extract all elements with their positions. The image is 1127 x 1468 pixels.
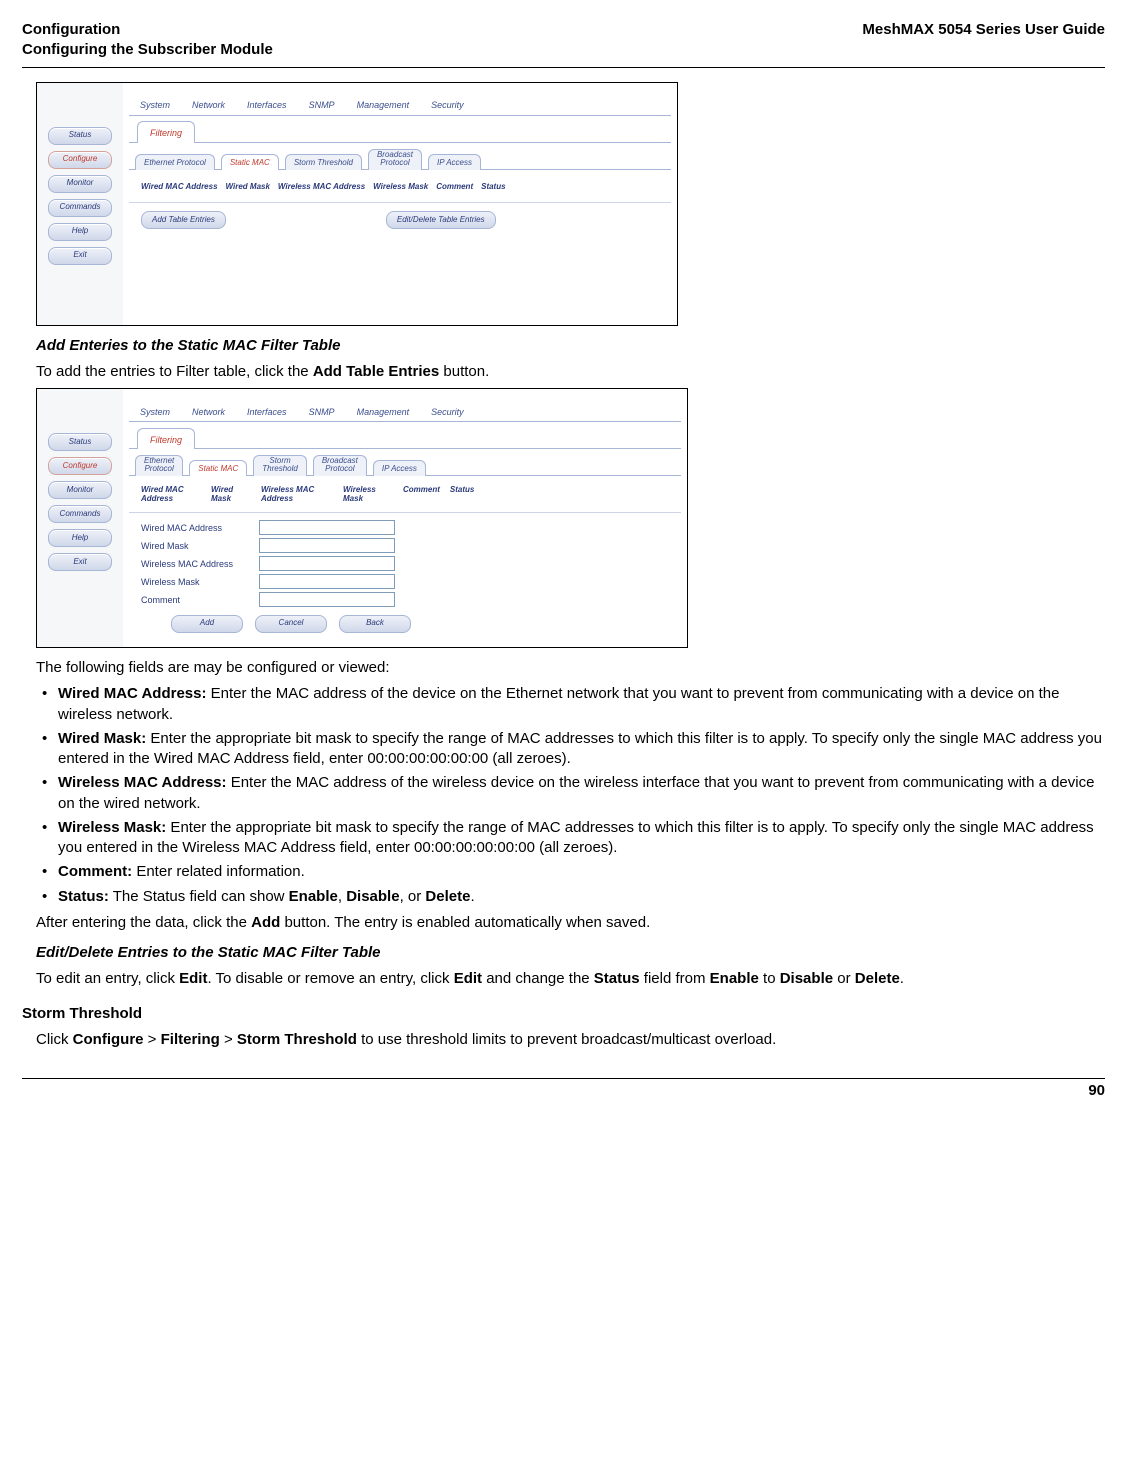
- bullet-wired-mac: Wired MAC Address: Enter the MAC address…: [36, 684, 1105, 725]
- para-fields-intro: The following fields are may be configur…: [36, 658, 1105, 678]
- tab-filtering[interactable]: Filtering: [137, 428, 195, 449]
- subtab-ethernet-protocol[interactable]: Ethernet Protocol: [135, 154, 215, 170]
- label-wired-mask: Wired Mask: [141, 540, 259, 552]
- tab-security[interactable]: Security: [420, 92, 475, 115]
- label-wireless-mask: Wireless Mask: [141, 576, 259, 588]
- tab-snmp[interactable]: SNMP: [298, 399, 346, 422]
- sidebar-item-monitor[interactable]: Monitor: [48, 175, 112, 193]
- section-add-entries-head: Add Enteries to the Static MAC Filter Ta…: [36, 336, 1105, 356]
- bullet-wireless-mask: Wireless Mask: Enter the appropriate bit…: [36, 818, 1105, 859]
- subtab-ethernet-protocol[interactable]: EthernetProtocol: [135, 455, 183, 476]
- second-tab-row: Filtering: [129, 116, 671, 143]
- subtab-broadcast-protocol[interactable]: BroadcastProtocol: [313, 455, 367, 476]
- col-wired-mac: Wired MACAddress: [141, 486, 201, 504]
- subtab-storm-threshold[interactable]: Storm Threshold: [285, 154, 362, 170]
- para-after-add: After entering the data, click the Add b…: [36, 913, 1105, 933]
- col-wireless-mask: WirelessMask: [343, 486, 393, 504]
- bullet-wireless-mac: Wireless MAC Address: Enter the MAC addr…: [36, 773, 1105, 814]
- col-wired-mask: Wired Mask: [226, 182, 270, 193]
- col-comment: Comment: [403, 486, 440, 504]
- col-comment: Comment: [436, 182, 473, 193]
- screenshot-static-mac-list: Status Configure Monitor Commands Help E…: [36, 82, 678, 326]
- screenshot-static-mac-add: Status Configure Monitor Commands Help E…: [36, 388, 688, 648]
- edit-delete-table-entries-button[interactable]: Edit/Delete Table Entries: [386, 211, 496, 229]
- sub-tabs: Ethernet Protocol Static MAC Storm Thres…: [129, 143, 671, 170]
- bullet-status: Status: The Status field can show Enable…: [36, 887, 1105, 907]
- tab-management[interactable]: Management: [346, 92, 421, 115]
- input-wireless-mac[interactable]: [259, 556, 395, 571]
- header-rule: [22, 67, 1105, 68]
- input-wired-mac[interactable]: [259, 520, 395, 535]
- tab-filtering[interactable]: Filtering: [137, 121, 195, 142]
- cancel-button[interactable]: Cancel: [255, 615, 327, 633]
- col-status: Status: [450, 486, 474, 504]
- field-bullets: Wired MAC Address: Enter the MAC address…: [36, 684, 1105, 907]
- col-status: Status: [481, 182, 505, 193]
- second-tab-row: Filtering: [129, 422, 681, 449]
- para-storm: Click Configure > Filtering > Storm Thre…: [36, 1030, 1105, 1050]
- sidebar-item-status[interactable]: Status: [48, 127, 112, 145]
- tab-snmp[interactable]: SNMP: [298, 92, 346, 115]
- sub-tabs: EthernetProtocol Static MAC StormThresho…: [129, 449, 681, 476]
- top-tabs: System Network Interfaces SNMP Managemen…: [129, 393, 681, 422]
- para-add-entries: To add the entries to Filter table, clic…: [36, 362, 1105, 382]
- sidebar-item-help[interactable]: Help: [48, 223, 112, 241]
- header-subtitle: Configuring the Subscriber Module: [22, 41, 273, 58]
- subtab-storm-threshold[interactable]: StormThreshold: [253, 455, 307, 476]
- sidebar-item-exit[interactable]: Exit: [48, 247, 112, 265]
- page-number: 90: [22, 1081, 1105, 1101]
- sidebar-item-help[interactable]: Help: [48, 529, 112, 547]
- sidebar-item-commands[interactable]: Commands: [48, 199, 112, 217]
- input-wired-mask[interactable]: [259, 538, 395, 553]
- para-edit-delete: To edit an entry, click Edit. To disable…: [36, 969, 1105, 989]
- section-edit-delete-head: Edit/Delete Entries to the Static MAC Fi…: [36, 943, 1105, 963]
- input-comment[interactable]: [259, 592, 395, 607]
- table-headers: Wired MAC Address Wired Mask Wireless MA…: [129, 170, 671, 204]
- header-right: MeshMAX 5054 Series User Guide: [862, 20, 1105, 61]
- storm-threshold-head: Storm Threshold: [22, 1004, 1105, 1024]
- add-table-entries-button[interactable]: Add Table Entries: [141, 211, 226, 229]
- back-button[interactable]: Back: [339, 615, 411, 633]
- col-wireless-mask: Wireless Mask: [373, 182, 428, 193]
- label-wireless-mac: Wireless MAC Address: [141, 558, 259, 570]
- bullet-wired-mask: Wired Mask: Enter the appropriate bit ma…: [36, 729, 1105, 770]
- header-title: Configuration: [22, 21, 120, 38]
- tab-network[interactable]: Network: [181, 399, 236, 422]
- sidebar-item-configure[interactable]: Configure: [48, 457, 112, 475]
- tab-management[interactable]: Management: [346, 399, 421, 422]
- sidebar: Status Configure Monitor Commands Help E…: [37, 83, 123, 325]
- tab-system[interactable]: System: [129, 399, 181, 422]
- col-wireless-mac: Wireless MAC Address: [278, 182, 365, 193]
- footer-rule: [22, 1078, 1105, 1079]
- label-comment: Comment: [141, 594, 259, 606]
- page-header: Configuration Configuring the Subscriber…: [22, 20, 1105, 61]
- sidebar-item-exit[interactable]: Exit: [48, 553, 112, 571]
- col-wireless-mac: Wireless MACAddress: [261, 486, 333, 504]
- add-form: Wired MAC Address Wired Mask Wireless MA…: [129, 513, 681, 637]
- subtab-static-mac[interactable]: Static MAC: [189, 460, 247, 476]
- sidebar: Status Configure Monitor Commands Help E…: [37, 389, 123, 647]
- col-wired-mac: Wired MAC Address: [141, 182, 218, 193]
- tab-interfaces[interactable]: Interfaces: [236, 399, 298, 422]
- tab-network[interactable]: Network: [181, 92, 236, 115]
- tab-security[interactable]: Security: [420, 399, 475, 422]
- tab-system[interactable]: System: [129, 92, 181, 115]
- table-headers: Wired MACAddress WiredMask Wireless MACA…: [129, 476, 681, 513]
- tab-interfaces[interactable]: Interfaces: [236, 92, 298, 115]
- subtab-static-mac[interactable]: Static MAC: [221, 154, 279, 170]
- sidebar-item-configure[interactable]: Configure: [48, 151, 112, 169]
- sidebar-item-monitor[interactable]: Monitor: [48, 481, 112, 499]
- subtab-ip-access[interactable]: IP Access: [428, 154, 481, 170]
- subtab-broadcast-protocol[interactable]: BroadcastProtocol: [368, 149, 422, 170]
- bullet-comment: Comment: Enter related information.: [36, 862, 1105, 882]
- label-wired-mac: Wired MAC Address: [141, 522, 259, 534]
- add-button[interactable]: Add: [171, 615, 243, 633]
- sidebar-item-status[interactable]: Status: [48, 433, 112, 451]
- top-tabs: System Network Interfaces SNMP Managemen…: [129, 87, 671, 116]
- header-left: Configuration Configuring the Subscriber…: [22, 20, 273, 61]
- input-wireless-mask[interactable]: [259, 574, 395, 589]
- subtab-ip-access[interactable]: IP Access: [373, 460, 426, 476]
- col-wired-mask: WiredMask: [211, 486, 251, 504]
- sidebar-item-commands[interactable]: Commands: [48, 505, 112, 523]
